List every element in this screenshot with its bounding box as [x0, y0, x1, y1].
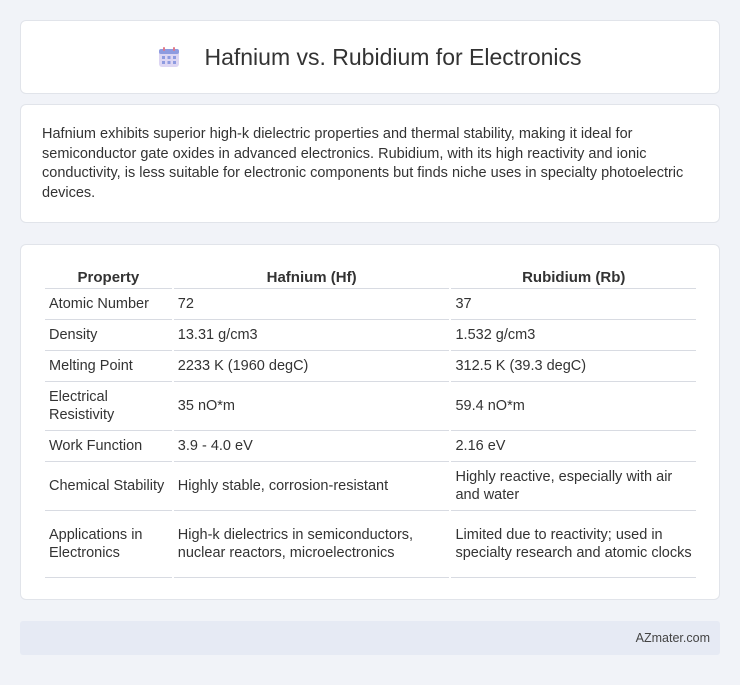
rubidium-cell: 312.5 K (39.3 degC)	[451, 351, 696, 382]
table-row: Electrical Resistivity 35 nO*m 59.4 nO*m	[45, 382, 696, 431]
table-row: Atomic Number 72 37	[45, 289, 696, 320]
rubidium-cell: 59.4 nO*m	[451, 382, 696, 431]
hafnium-cell: 13.31 g/cm3	[173, 320, 450, 351]
page-title-text: Hafnium vs. Rubidium for Electronics	[204, 43, 582, 70]
property-cell: Melting Point	[45, 351, 172, 382]
rubidium-cell: 2.16 eV	[451, 431, 696, 462]
hafnium-cell: 2233 K (1960 degC)	[173, 351, 450, 382]
table-header-row: Property Hafnium (Hf) Rubidium (Rb)	[45, 263, 696, 289]
column-header-hafnium: Hafnium (Hf)	[173, 263, 450, 289]
rubidium-cell: Highly reactive, especially with air and…	[451, 462, 696, 511]
hafnium-cell: 3.9 - 4.0 eV	[173, 431, 450, 462]
property-cell: Electrical Resistivity	[45, 382, 172, 431]
property-cell: Work Function	[45, 431, 172, 462]
table-row: Work Function 3.9 - 4.0 eV 2.16 eV	[45, 431, 696, 462]
rubidium-cell: 37	[451, 289, 696, 320]
intro-paragraph: Hafnium exhibits superior high-k dielect…	[42, 126, 684, 201]
rubidium-cell: 1.532 g/cm3	[451, 320, 696, 351]
table-row: Chemical Stability Highly stable, corros…	[45, 462, 696, 511]
footer: AZmater.com	[20, 621, 720, 655]
rubidium-cell: Limited due to reactivity; used in speci…	[451, 511, 696, 578]
hafnium-cell: Highly stable, corrosion-resistant	[173, 462, 450, 511]
hafnium-cell: 35 nO*m	[173, 382, 450, 431]
property-cell: Atomic Number	[45, 289, 172, 320]
column-header-property: Property	[45, 263, 172, 289]
property-cell: Chemical Stability	[45, 462, 172, 511]
calendar-icon	[158, 46, 180, 68]
table-row: Density 13.31 g/cm3 1.532 g/cm3	[45, 320, 696, 351]
footer-brand: AZmater.com	[635, 631, 710, 645]
column-header-rubidium: Rubidium (Rb)	[451, 263, 696, 289]
title-card: Hafnium vs. Rubidium for Electronics	[20, 20, 720, 94]
table-row: Applications in Electronics High-k diele…	[45, 511, 696, 578]
table-row: Melting Point 2233 K (1960 degC) 312.5 K…	[45, 351, 696, 382]
comparison-table-card: Property Hafnium (Hf) Rubidium (Rb) Atom…	[20, 244, 720, 600]
intro-card: Hafnium exhibits superior high-k dielect…	[20, 104, 720, 223]
page-title: Hafnium vs. Rubidium for Electronics	[158, 43, 582, 71]
hafnium-cell: 72	[173, 289, 450, 320]
property-cell: Applications in Electronics	[45, 511, 172, 578]
hafnium-cell: High-k dielectrics in semiconductors, nu…	[173, 511, 450, 578]
comparison-table: Property Hafnium (Hf) Rubidium (Rb) Atom…	[43, 263, 698, 578]
property-cell: Density	[45, 320, 172, 351]
